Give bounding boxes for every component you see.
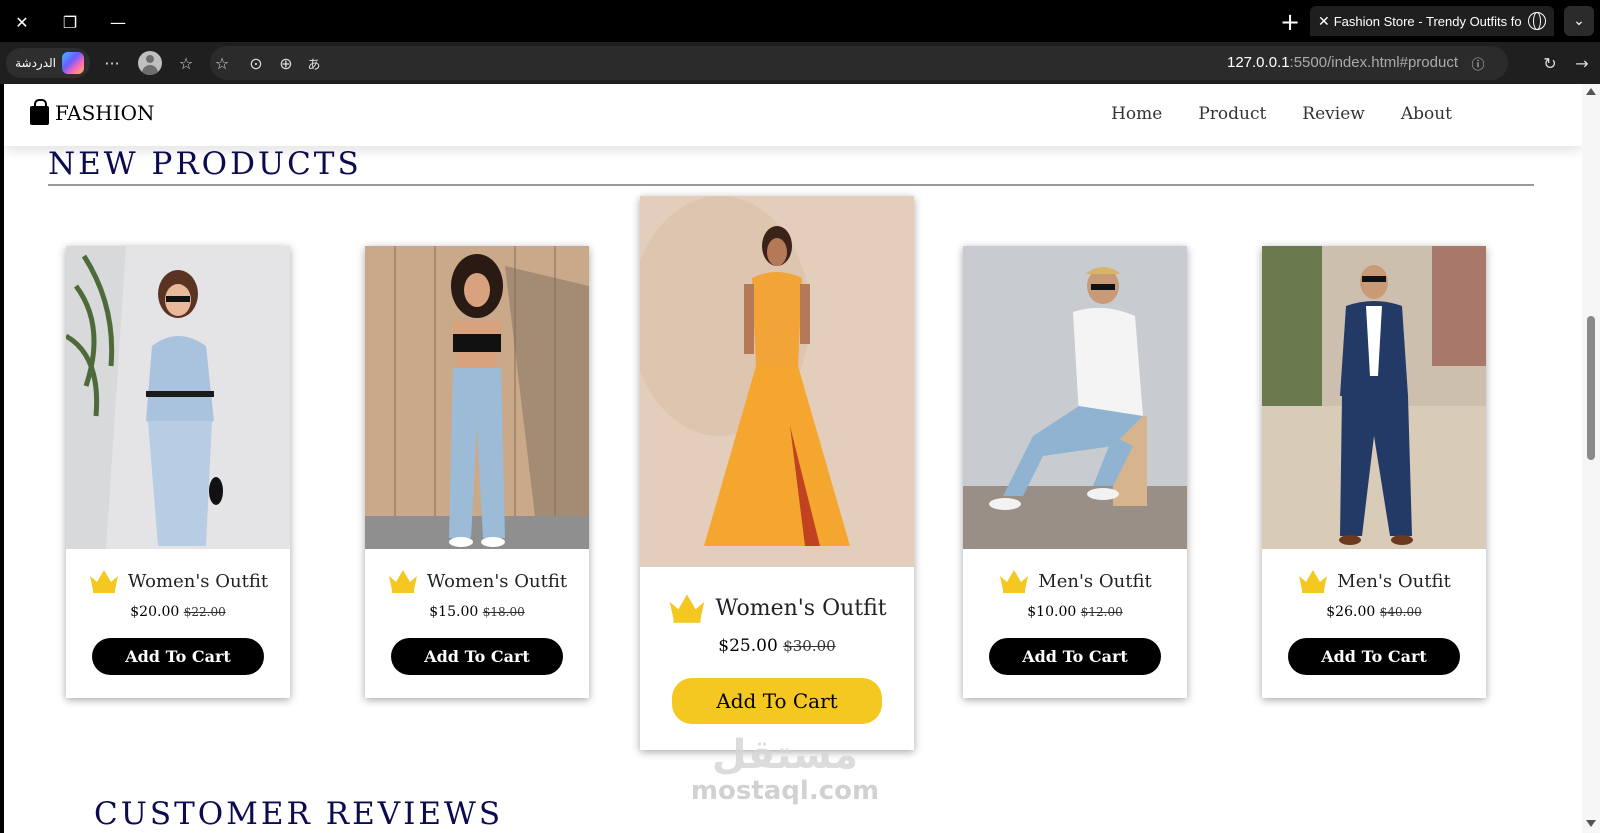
forward-icon[interactable]: → <box>1570 51 1594 75</box>
new-tab-button[interactable]: + <box>1276 8 1304 36</box>
site-navbar: FASHION Home Product Review About <box>4 84 1582 146</box>
product-image <box>640 196 914 567</box>
copilot-icon <box>62 52 84 74</box>
product-info: Women's Outfit $25.00 $30.00 Add To Cart <box>640 592 914 724</box>
product-name: Women's Outfit <box>127 570 269 592</box>
current-price: $15.00 <box>429 604 479 620</box>
product-price: $10.00 $12.00 <box>963 604 1187 620</box>
nav-review[interactable]: Review <box>1302 104 1365 124</box>
product-info: Women's Outfit $15.00 $18.00 Add To Cart <box>365 568 589 675</box>
browser-tab[interactable]: ✕ Fashion Store - Trendy Outfits for Eve… <box>1310 6 1554 36</box>
crown-icon <box>1000 570 1029 593</box>
nav-product[interactable]: Product <box>1198 104 1266 124</box>
add-to-cart-button[interactable]: Add To Cart <box>1288 638 1460 675</box>
customer-reviews-title: CUSTOMER REVIEWS <box>94 796 504 832</box>
nav-home[interactable]: Home <box>1111 104 1162 124</box>
watermark-latin: mostaql.com <box>690 776 880 806</box>
url-host: 127.0.0.1 <box>1226 54 1290 71</box>
current-price: $20.00 <box>130 604 180 620</box>
section-divider <box>48 184 1534 186</box>
add-favorite-icon[interactable]: ☆ <box>210 51 234 75</box>
site-logo[interactable]: FASHION <box>30 99 155 125</box>
product-price: $26.00 $40.00 <box>1262 604 1486 620</box>
restore-window-icon[interactable]: ❐ <box>56 8 84 36</box>
product-name: Women's Outfit <box>715 595 887 621</box>
old-price: $22.00 <box>183 605 226 619</box>
scroll-down-arrow-icon[interactable] <box>1586 820 1596 827</box>
product-info: Men's Outfit $26.00 $40.00 Add To Cart <box>1262 568 1486 675</box>
crown-icon <box>1299 570 1328 593</box>
favorites-icon[interactable]: ☆ <box>174 51 198 75</box>
product-info: Men's Outfit $10.00 $12.00 Add To Cart <box>963 568 1187 675</box>
translate-icon[interactable]: あ <box>302 51 326 75</box>
nav-links: Home Product Review About <box>1111 104 1452 124</box>
close-window-icon[interactable]: ✕ <box>8 8 36 36</box>
site-info-icon[interactable]: ⓘ <box>1466 51 1490 75</box>
product-card[interactable]: Men's Outfit $10.00 $12.00 Add To Cart <box>963 246 1187 698</box>
current-price: $25.00 <box>718 636 778 656</box>
add-to-cart-button[interactable]: Add To Cart <box>672 678 882 724</box>
url-path: :5500/index.html#product <box>1289 54 1458 71</box>
product-price: $15.00 $18.00 <box>365 604 589 620</box>
product-card[interactable]: Women's Outfit $20.00 $22.00 Add To Cart <box>66 246 290 698</box>
scrollbar-thumb[interactable] <box>1587 316 1595 460</box>
product-image <box>365 246 589 549</box>
url-text[interactable]: 127.0.0.1:5500/index.html#product <box>1227 54 1458 71</box>
tab-actions-menu-button[interactable]: ⌄ <box>1564 6 1594 36</box>
product-image <box>963 246 1187 549</box>
crown-icon <box>670 594 705 623</box>
crown-icon <box>89 570 118 593</box>
add-to-cart-button[interactable]: Add To Cart <box>92 638 264 675</box>
title-bar: ✕ ❐ — + ✕ Fashion Store - Trendy Outfits… <box>0 0 1600 42</box>
product-card[interactable]: Women's Outfit $15.00 $18.00 Add To Cart <box>365 246 589 698</box>
current-price: $26.00 <box>1326 604 1376 620</box>
old-price: $30.00 <box>783 637 836 655</box>
featured-product-card[interactable]: Women's Outfit $25.00 $30.00 Add To Cart <box>640 196 914 750</box>
page-scrollbar[interactable] <box>1582 84 1600 833</box>
old-price: $40.00 <box>1379 605 1422 619</box>
product-info: Women's Outfit $20.00 $22.00 Add To Cart <box>66 568 290 675</box>
refresh-icon[interactable]: ↻ <box>1538 51 1562 75</box>
product-name: Men's Outfit <box>1337 570 1451 592</box>
old-price: $12.00 <box>1080 605 1123 619</box>
scroll-up-arrow-icon[interactable] <box>1586 88 1596 95</box>
address-bar: الدردشة ··· ☆ ☆ ⊙ ⊕ あ 127.0.0.1:5500/ind… <box>0 42 1600 84</box>
add-to-cart-button[interactable]: Add To Cart <box>989 638 1161 675</box>
tab-close-icon[interactable]: ✕ <box>1318 13 1330 30</box>
current-price: $10.00 <box>1027 604 1077 620</box>
product-price: $20.00 $22.00 <box>66 604 290 620</box>
old-price: $18.00 <box>482 605 525 619</box>
nav-about[interactable]: About <box>1401 104 1452 124</box>
more-options-icon[interactable]: ··· <box>100 51 124 75</box>
crown-icon <box>388 570 417 593</box>
chat-label: الدردشة <box>15 56 56 70</box>
product-name: Women's Outfit <box>426 570 568 592</box>
url-box[interactable]: ☆ ⊙ ⊕ あ 127.0.0.1:5500/index.html#produc… <box>210 46 1508 80</box>
product-card[interactable]: Men's Outfit $26.00 $40.00 Add To Cart <box>1262 246 1486 698</box>
minimize-window-icon[interactable]: — <box>104 8 132 36</box>
copilot-chat-button[interactable]: الدردشة <box>6 48 90 78</box>
page-viewport: FASHION Home Product Review About NEW PR… <box>4 84 1582 833</box>
tab-title: Fashion Store - Trendy Outfits for Every… <box>1333 13 1522 29</box>
section-title: NEW PRODUCTS <box>48 146 362 182</box>
globe-icon <box>1528 12 1546 30</box>
shopping-bag-icon <box>30 99 49 125</box>
zoom-icon[interactable]: ⊕ <box>274 51 298 75</box>
product-image <box>1262 246 1486 549</box>
add-to-cart-button[interactable]: Add To Cart <box>391 638 563 675</box>
logo-text: FASHION <box>55 100 155 125</box>
product-price: $25.00 $30.00 <box>640 636 914 656</box>
profile-avatar[interactable] <box>138 51 162 75</box>
product-name: Men's Outfit <box>1038 570 1152 592</box>
product-image <box>66 246 290 549</box>
circle-menu-icon[interactable]: ⊙ <box>244 51 268 75</box>
